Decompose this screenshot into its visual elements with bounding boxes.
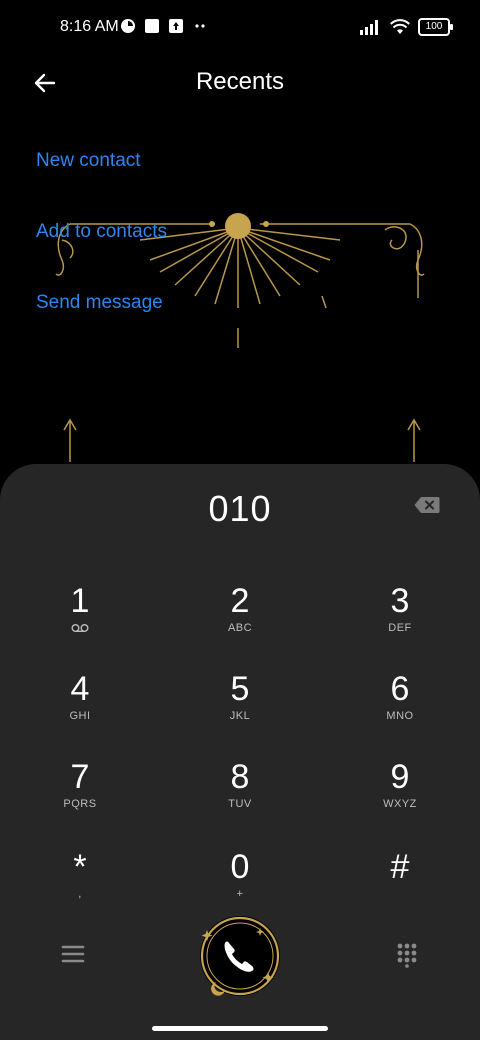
key-letters: GHI — [69, 710, 91, 722]
wifi-icon — [390, 19, 410, 34]
dialpad-toggle-icon[interactable] — [396, 942, 418, 968]
upload-icon — [169, 19, 183, 33]
key-digit: 9 — [390, 758, 410, 796]
key-letters: MNO — [386, 710, 414, 722]
key-digit: 8 — [230, 758, 250, 796]
dialpad-panel: 010 1 2 ABC 3 DEF 4 GHI 5 JKL 6 MNO 7 PQ… — [0, 464, 480, 1040]
signal-icon — [360, 20, 378, 35]
key-letters: , — [78, 888, 82, 900]
home-indicator[interactable] — [152, 1026, 328, 1031]
page-title: Recents — [195, 68, 285, 95]
dialer-bottom-bar — [0, 914, 480, 1014]
key-letters: TUV — [228, 798, 252, 810]
more-dots-icon — [195, 24, 205, 28]
key-letters: ABC — [227, 622, 253, 634]
dialed-number: 010 — [208, 488, 272, 529]
key-letters: DEF — [388, 622, 412, 634]
key-digit: 3 — [390, 582, 410, 620]
key-3[interactable]: 3 DEF — [340, 582, 460, 662]
key-letters: + — [236, 888, 244, 900]
voicemail-icon — [71, 624, 89, 632]
key-7[interactable]: 7 PQRS — [20, 758, 140, 838]
key-8[interactable]: 8 TUV — [180, 758, 300, 838]
menu-icon[interactable] — [60, 942, 86, 966]
square-notification-icon — [145, 19, 159, 33]
key-4[interactable]: 4 GHI — [20, 670, 140, 750]
key-digit: 1 — [70, 582, 90, 620]
key-digit: 4 — [70, 670, 90, 708]
key-5[interactable]: 5 JKL — [180, 670, 300, 750]
call-button[interactable] — [198, 914, 282, 998]
key-digit: 7 — [70, 758, 90, 796]
key-letters: JKL — [229, 710, 251, 722]
header: Recents — [0, 60, 480, 104]
key-digit: 2 — [230, 582, 250, 620]
key-digit: 6 — [390, 670, 410, 708]
key-letters: PQRS — [63, 798, 97, 810]
key-digit: * — [73, 848, 87, 886]
key-letters: WXYZ — [383, 798, 417, 810]
key-digit: 5 — [230, 670, 250, 708]
data-saver-icon — [121, 19, 135, 33]
key-9[interactable]: 9 WXYZ — [340, 758, 460, 838]
battery-icon: 100 — [418, 18, 453, 36]
new-contact-link[interactable]: New contact — [36, 150, 141, 172]
key-6[interactable]: 6 MNO — [340, 670, 460, 750]
key-digit: 0 — [230, 848, 250, 886]
backspace-icon[interactable] — [414, 496, 440, 514]
send-message-link[interactable]: Send message — [36, 292, 163, 314]
key-2[interactable]: 2 ABC — [180, 582, 300, 662]
add-to-contacts-link[interactable]: Add to contacts — [36, 221, 167, 243]
key-1[interactable]: 1 — [20, 582, 140, 662]
status-time: 8:16 AM — [60, 18, 119, 35]
dialer-screen: 8:16 AM 100 Recents New contact Add to c… — [0, 0, 480, 1040]
key-digit: # — [390, 848, 410, 886]
status-bar: 8:16 AM 100 — [0, 0, 480, 56]
